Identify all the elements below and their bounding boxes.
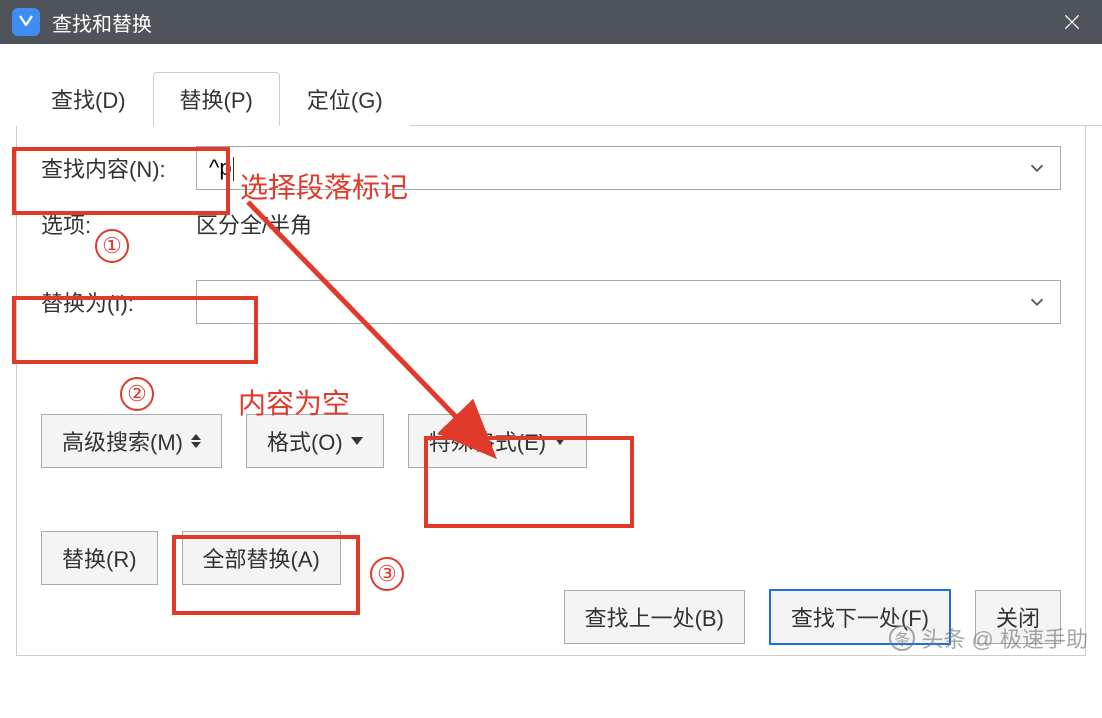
find-input[interactable]: ^p <box>196 146 1061 190</box>
options-label: 选项: <box>41 208 196 240</box>
advanced-search-button[interactable]: 高级搜索(M) <box>41 414 222 468</box>
tab-goto[interactable]: 定位(G) <box>280 72 410 126</box>
dropdown-icon <box>554 437 566 445</box>
expand-icon <box>191 434 201 448</box>
dialog-body: 查找(D) 替换(P) 定位(G) 查找内容(N): ^p 选项: 区分全/半角… <box>0 72 1102 718</box>
tab-replace[interactable]: 替换(P) <box>153 72 280 126</box>
content-panel: 查找内容(N): ^p 选项: 区分全/半角 替换为(I): <box>16 126 1086 656</box>
chevron-down-icon[interactable] <box>1026 157 1048 179</box>
replace-row: 替换为(I): <box>41 280 1061 324</box>
special-format-button[interactable]: 特殊格式(E) <box>408 414 587 468</box>
titlebar: 查找和替换 <box>0 0 1102 44</box>
replace-button[interactable]: 替换(R) <box>41 531 158 585</box>
tabs: 查找(D) 替换(P) 定位(G) <box>24 72 1102 126</box>
replace-all-button[interactable]: 全部替换(A) <box>182 531 341 585</box>
replace-input[interactable] <box>196 280 1061 324</box>
options-value: 区分全/半角 <box>196 208 312 240</box>
footer-left-buttons: 替换(R) 全部替换(A) <box>41 531 1061 585</box>
mid-buttons: 高级搜索(M) 格式(O) 特殊格式(E) <box>41 414 1061 468</box>
close-icon <box>1062 12 1082 32</box>
find-input-value: ^p <box>209 155 1026 181</box>
footer-right-buttons: 查找上一处(B) 查找下一处(F) 关闭 <box>564 589 1061 645</box>
format-button[interactable]: 格式(O) <box>246 414 384 468</box>
replace-label: 替换为(I): <box>41 286 196 318</box>
dropdown-icon <box>351 437 363 445</box>
find-prev-button[interactable]: 查找上一处(B) <box>564 590 745 644</box>
tab-find[interactable]: 查找(D) <box>24 72 153 126</box>
app-icon <box>12 8 40 36</box>
find-next-button[interactable]: 查找下一处(F) <box>769 589 951 645</box>
find-row: 查找内容(N): ^p <box>41 146 1061 190</box>
window-title: 查找和替换 <box>52 8 152 37</box>
close-button[interactable] <box>1042 0 1102 44</box>
chevron-down-icon[interactable] <box>1026 291 1048 313</box>
close-dialog-button[interactable]: 关闭 <box>975 590 1061 644</box>
options-row: 选项: 区分全/半角 <box>41 208 1061 240</box>
find-label: 查找内容(N): <box>41 152 196 184</box>
